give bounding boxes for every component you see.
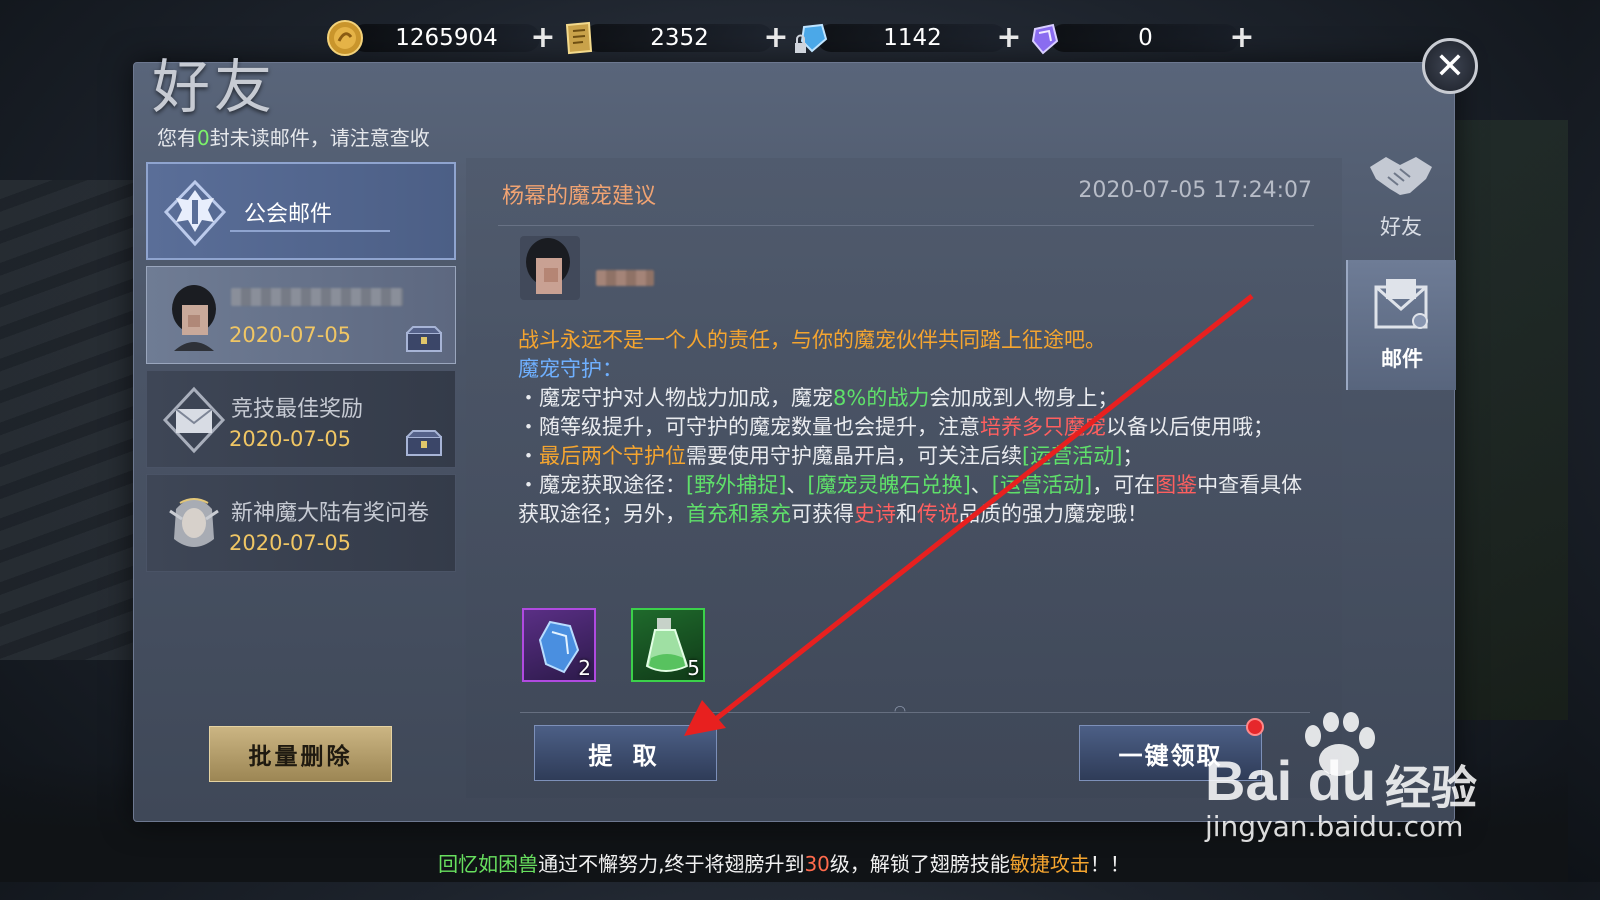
side-tabs: 好友 邮件 bbox=[1346, 130, 1456, 390]
gold-coin-icon bbox=[325, 18, 365, 58]
chest-icon bbox=[405, 429, 443, 457]
unread-count: 0 bbox=[197, 126, 210, 150]
elf-avatar-icon bbox=[161, 489, 227, 559]
baidu-watermark: Bai du 经验 jingyan.baidu.com bbox=[1205, 712, 1495, 852]
envelope-icon bbox=[161, 385, 227, 455]
add-gold-button[interactable]: + bbox=[528, 23, 558, 53]
reward-count: 5 bbox=[687, 656, 700, 680]
mail-item-date: 2020-07-05 bbox=[229, 323, 352, 347]
mail-group-title: 公会邮件 bbox=[244, 202, 333, 227]
broadcast-ticker: 回忆如困兽通过不懈努力,终于将翅膀升到30级，解锁了翅膀技能敏捷攻击！！ bbox=[438, 852, 1130, 876]
unread-notice: 您有0封未读邮件，请注意查收 bbox=[157, 126, 430, 150]
mail-item[interactable]: 竞技最佳奖励 2020-07-05 bbox=[146, 370, 456, 468]
locked-diamond-icon bbox=[791, 18, 831, 58]
ticker-level: 30 bbox=[804, 852, 830, 876]
currency-gold: 1265904 + bbox=[325, 18, 558, 58]
mail-item-title: 竞技最佳奖励 bbox=[231, 397, 364, 422]
mail-item[interactable]: 新神魔大陆有奖问卷 2020-07-05 bbox=[146, 474, 456, 572]
page-title: 好友 bbox=[152, 53, 277, 121]
close-icon: ✕ bbox=[1434, 45, 1466, 87]
gold-value: 1265904 bbox=[395, 25, 498, 51]
mail-intro: 战斗永远不是一个人的责任，与你的魔宠伙伴共同踏上征途吧。 bbox=[518, 328, 1106, 352]
ticker-skill: 敏捷攻击 bbox=[1009, 852, 1090, 876]
add-locked-diamond-button[interactable]: + bbox=[994, 23, 1024, 53]
voucher-value: 2352 bbox=[650, 25, 709, 51]
mail-item-title bbox=[231, 287, 403, 312]
add-voucher-button[interactable]: + bbox=[761, 23, 791, 53]
mail-group-guild[interactable]: 公会邮件 bbox=[146, 162, 456, 260]
batch-delete-button[interactable]: 批量删除 bbox=[209, 726, 392, 782]
sender-name bbox=[596, 270, 654, 286]
diamond-value: 0 bbox=[1138, 25, 1153, 51]
mail-list: 公会邮件 2020-07-05 竞技最佳奖励 2020-07-05 新神魔大陆有… bbox=[146, 162, 456, 578]
watermark-cn: 经验 bbox=[1385, 761, 1477, 815]
group-title-underline bbox=[230, 230, 390, 232]
diamond-icon bbox=[1024, 18, 1064, 58]
locked-diamond-value: 1142 bbox=[883, 25, 942, 51]
mail-timestamp: 2020-07-05 17:24:07 bbox=[1078, 178, 1312, 203]
mail-bullet: ・魔宠获取途径：[野外捕捉]、[魔宠灵魄石兑换]、[运营活动]，可在图鉴中查看具… bbox=[518, 473, 1303, 526]
tab-mail[interactable]: 邮件 bbox=[1346, 260, 1456, 390]
ticker-player: 回忆如困兽 bbox=[438, 852, 539, 876]
watermark-url: jingyan.baidu.com bbox=[1205, 810, 1464, 843]
mail-bullet: ・魔宠守护对人物战力加成，魔宠8%的战力会加成到人物身上； bbox=[518, 386, 1119, 410]
tab-mail-label: 邮件 bbox=[1381, 347, 1423, 371]
background-foliage bbox=[1448, 120, 1568, 720]
mail-heading: 魔宠守护： bbox=[518, 357, 623, 381]
reward-count: 2 bbox=[578, 656, 591, 680]
chest-icon bbox=[405, 325, 443, 353]
watermark-logo: Bai du bbox=[1205, 749, 1377, 812]
currency-voucher: 2352 + bbox=[558, 18, 791, 58]
subject-divider bbox=[498, 225, 1314, 226]
guild-emblem-icon bbox=[162, 178, 228, 248]
currency-bar: 1265904 + 2352 + 1142 + 0 + bbox=[325, 18, 1257, 58]
mail-subject: 杨幂的魔宠建议 bbox=[502, 184, 657, 209]
tab-friends-label: 好友 bbox=[1380, 215, 1422, 239]
mail-bullet: ・随等级提升，可守护的魔宠数量也会提升，注意培养多只魔宠以备以后使用哦； bbox=[518, 415, 1274, 439]
currency-diamond: 0 + bbox=[1024, 18, 1257, 58]
add-diamond-button[interactable]: + bbox=[1227, 23, 1257, 53]
background-stairs bbox=[0, 180, 140, 660]
tab-friends[interactable]: 好友 bbox=[1346, 130, 1456, 260]
claim-button[interactable]: 提 取 bbox=[534, 725, 717, 781]
mail-item-date: 2020-07-05 bbox=[229, 427, 352, 451]
handshake-icon bbox=[1366, 149, 1436, 205]
voucher-icon bbox=[558, 18, 598, 58]
content-divider bbox=[520, 712, 1310, 713]
mail-item-title: 新神魔大陆有奖问卷 bbox=[231, 501, 430, 526]
mail-bullet: ・最后两个守护位需要使用守护魔晶开启，可关注后续[运营活动]； bbox=[518, 444, 1144, 468]
divider-ornament-icon: ◠ bbox=[893, 703, 907, 719]
reward-item[interactable]: 5 bbox=[631, 608, 705, 682]
mail-item-date: 2020-07-05 bbox=[229, 531, 352, 555]
reward-item[interactable]: 2 bbox=[522, 608, 596, 682]
sender-avatar bbox=[520, 236, 580, 300]
currency-locked-diamond: 1142 + bbox=[791, 18, 1024, 58]
close-button[interactable]: ✕ bbox=[1422, 38, 1478, 94]
mail-body: 战斗永远不是一个人的责任，与你的魔宠伙伴共同踏上征途吧。 魔宠守护： ・魔宠守护… bbox=[518, 326, 1308, 529]
avatar-icon bbox=[161, 281, 227, 351]
mail-item[interactable]: 2020-07-05 bbox=[146, 266, 456, 364]
mail-icon bbox=[1372, 277, 1432, 337]
